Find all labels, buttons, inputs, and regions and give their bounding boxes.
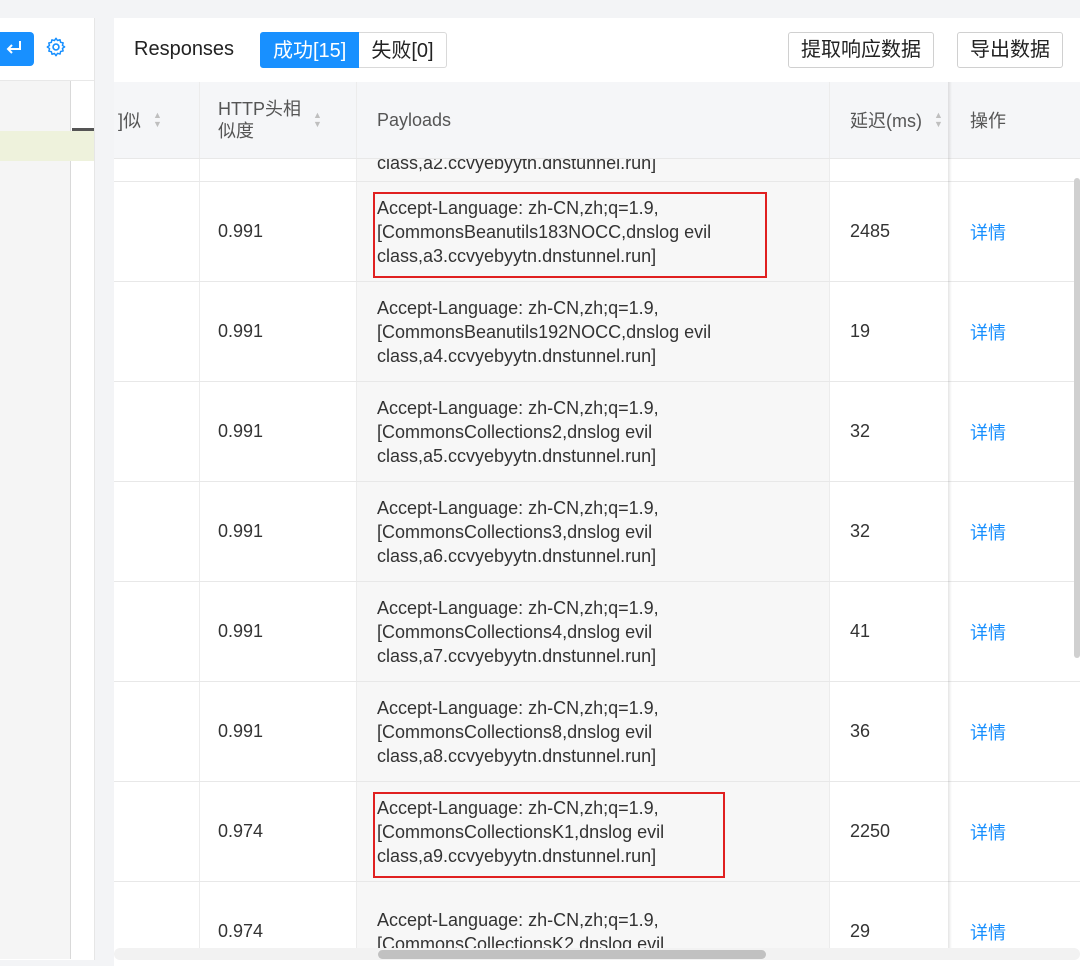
table-row: 0.991 Accept-Language: zh-CN,zh;q=1.9, [C… xyxy=(114,682,1080,782)
actions-cell: 详情 xyxy=(950,382,1080,481)
export-data-button[interactable]: 导出数据 xyxy=(957,32,1063,68)
enter-return-icon xyxy=(5,39,23,60)
table-row: class,a2.ccvyebyytn.dnstunnel.run] xyxy=(114,159,1080,182)
payload-cell: Accept-Language: zh-CN,zh;q=1.9, [Common… xyxy=(357,582,830,681)
delay-cell: 32 xyxy=(850,521,871,541)
delay-cell: 32 xyxy=(850,421,871,441)
sort-caret-icon[interactable]: ▲ ▼ xyxy=(313,111,322,129)
details-link[interactable]: 详情 xyxy=(970,719,1006,745)
similarity-cell xyxy=(114,882,200,954)
column-header-actions: 操作 xyxy=(950,82,1080,158)
gear-icon xyxy=(45,36,67,63)
payload-text: Accept-Language: zh-CN,zh;q=1.9, [Common… xyxy=(377,397,659,466)
table-row: 0.991 Accept-Language: zh-CN,zh;q=1.9, [C… xyxy=(114,182,1080,282)
selected-line-highlight xyxy=(0,131,94,161)
vertical-scrollbar[interactable] xyxy=(1074,178,1080,658)
payload-text: Accept-Language: zh-CN,zh;q=1.9, [Common… xyxy=(377,497,659,566)
actions-cell: 详情 xyxy=(950,482,1080,581)
details-link[interactable]: 详情 xyxy=(970,419,1006,445)
left-content-area xyxy=(0,81,71,959)
table-row: 0.991 Accept-Language: zh-CN,zh;q=1.9, [C… xyxy=(114,382,1080,482)
highlight-box xyxy=(373,192,767,278)
payload-cell: Accept-Language: zh-CN,zh;q=1.9, [Common… xyxy=(357,282,830,381)
http-similarity-cell: 0.974 xyxy=(200,782,357,881)
table-header: ]似 ▲ ▼ HTTP头相 似度 ▲ ▼ Payloads 延迟(ms) ▲ ▼ 操作 xyxy=(114,82,1080,159)
similarity-cell xyxy=(114,782,200,881)
http-similarity-cell: 0.991 xyxy=(200,382,357,481)
settings-button[interactable] xyxy=(42,35,70,63)
details-link[interactable]: 详情 xyxy=(970,619,1006,645)
left-toolbar xyxy=(0,18,94,81)
similarity-cell xyxy=(114,282,200,381)
sort-caret-icon[interactable]: ▲ ▼ xyxy=(934,111,943,129)
similarity-cell xyxy=(114,582,200,681)
column-header-payloads: Payloads xyxy=(357,82,830,158)
responses-title: Responses xyxy=(134,38,235,60)
delay-cell: 41 xyxy=(850,621,871,641)
payload-text: Accept-Language: zh-CN,zh;q=1.9, [Common… xyxy=(377,697,659,766)
table-body: class,a2.ccvyebyytn.dnstunnel.run] 0.991… xyxy=(114,159,1080,954)
delay-cell: 29 xyxy=(850,921,871,941)
details-link[interactable]: 详情 xyxy=(970,319,1006,345)
details-link[interactable]: 详情 xyxy=(970,919,1006,945)
responses-panel: Responses 成功[15] 失败[0] 提取响应数据 导出数据 ]似 ▲ ▼… xyxy=(114,18,1080,966)
http-similarity-cell: 0.991 xyxy=(200,182,357,281)
table-row: 0.974 Accept-Language: zh-CN,zh;q=1.9, [C… xyxy=(114,782,1080,882)
table-row: 0.991 Accept-Language: zh-CN,zh;q=1.9, [C… xyxy=(114,282,1080,382)
tab-success[interactable]: 成功[15] xyxy=(260,32,360,68)
payload-text: Accept-Language: zh-CN,zh;q=1.9, [Common… xyxy=(377,297,712,366)
similarity-cell xyxy=(114,682,200,781)
column-header-delay[interactable]: 延迟(ms) ▲ ▼ xyxy=(830,82,950,158)
actions-cell: 详情 xyxy=(950,882,1080,954)
result-filter-tabs: 成功[15] 失败[0] xyxy=(260,32,447,68)
table-row: 0.991 Accept-Language: zh-CN,zh;q=1.9, [C… xyxy=(114,582,1080,682)
delay-cell: 19 xyxy=(850,321,871,341)
payload-cell: Accept-Language: zh-CN,zh;q=1.9, [Common… xyxy=(357,182,830,281)
payload-cell: Accept-Language: zh-CN,zh;q=1.9, [Common… xyxy=(357,682,830,781)
http-similarity-cell: 0.991 xyxy=(200,282,357,381)
delay-cell: 2485 xyxy=(850,221,891,241)
horizontal-scrollbar-thumb[interactable] xyxy=(378,950,766,959)
payload-cell: Accept-Language: zh-CN,zh;q=1.9, [Common… xyxy=(357,382,830,481)
http-similarity-cell: 0.991 xyxy=(200,682,357,781)
details-link[interactable]: 详情 xyxy=(970,219,1006,245)
similarity-cell xyxy=(114,382,200,481)
sort-caret-icon[interactable]: ▲ ▼ xyxy=(153,111,162,129)
payload-cell: Accept-Language: zh-CN,zh;q=1.9, [Common… xyxy=(357,482,830,581)
highlight-box xyxy=(373,792,725,878)
details-link[interactable]: 详情 xyxy=(970,819,1006,845)
left-panel xyxy=(0,18,95,960)
delay-cell: 2250 xyxy=(850,821,891,841)
http-similarity-cell: 0.991 xyxy=(200,482,357,581)
similarity-cell xyxy=(114,182,200,281)
payload-cell: Accept-Language: zh-CN,zh;q=1.9, [Common… xyxy=(357,882,830,954)
http-similarity-cell: 0.974 xyxy=(200,882,357,954)
payload-cell: Accept-Language: zh-CN,zh;q=1.9, [Common… xyxy=(357,782,830,881)
divider-handle[interactable] xyxy=(72,128,94,131)
delay-cell: 36 xyxy=(850,721,871,741)
payload-cell: class,a2.ccvyebyytn.dnstunnel.run] xyxy=(357,159,830,181)
payload-text: Accept-Language: zh-CN,zh;q=1.9, [Common… xyxy=(377,597,659,666)
http-similarity-cell: 0.991 xyxy=(200,582,357,681)
fixed-column-shadow xyxy=(948,82,952,954)
responses-header: Responses 成功[15] 失败[0] 提取响应数据 导出数据 xyxy=(114,18,1080,82)
similarity-cell xyxy=(114,482,200,581)
extract-response-data-button[interactable]: 提取响应数据 xyxy=(788,32,934,68)
table-row: 0.974 Accept-Language: zh-CN,zh;q=1.9, [C… xyxy=(114,882,1080,954)
table-row: 0.991 Accept-Language: zh-CN,zh;q=1.9, [C… xyxy=(114,482,1080,582)
actions-cell: 详情 xyxy=(950,682,1080,781)
column-header-http-similarity[interactable]: HTTP头相 似度 ▲ ▼ xyxy=(200,82,357,158)
column-header-similarity[interactable]: ]似 ▲ ▼ xyxy=(114,82,200,158)
actions-cell: 详情 xyxy=(950,182,1080,281)
enter-button[interactable] xyxy=(0,32,34,66)
actions-cell: 详情 xyxy=(950,782,1080,881)
tab-failure[interactable]: 失败[0] xyxy=(359,32,447,68)
actions-cell: 详情 xyxy=(950,582,1080,681)
actions-cell: 详情 xyxy=(950,282,1080,381)
details-link[interactable]: 详情 xyxy=(970,519,1006,545)
